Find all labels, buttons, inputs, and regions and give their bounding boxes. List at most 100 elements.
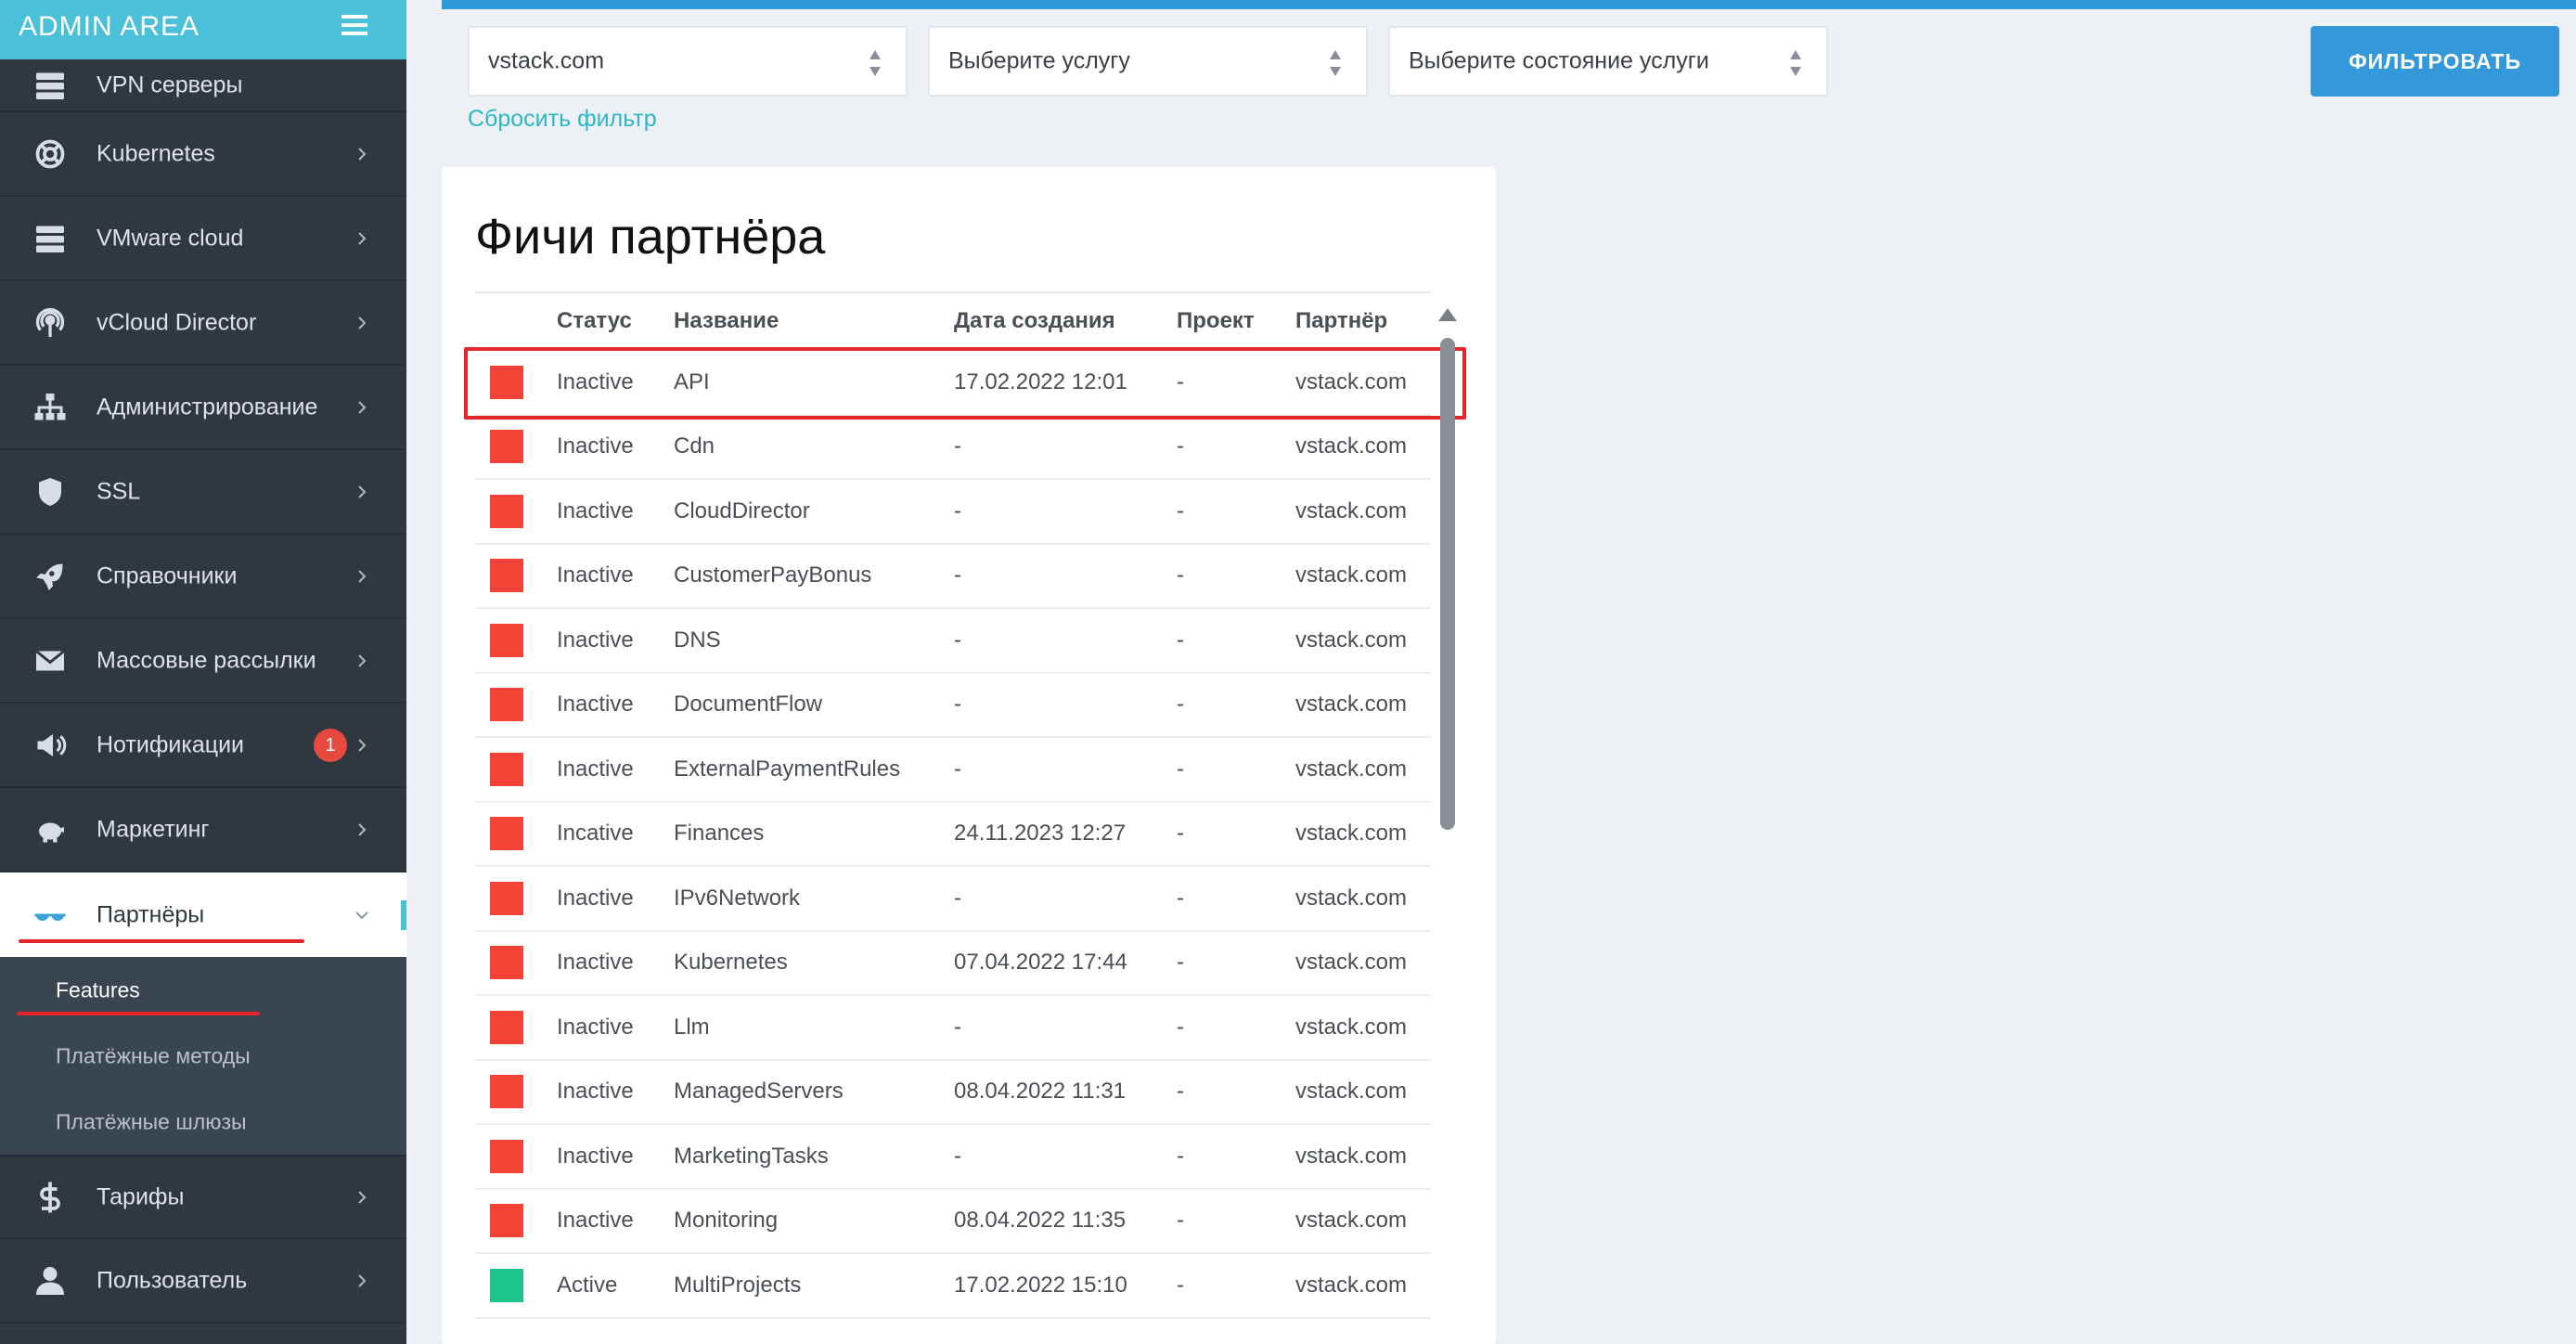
- column-header-partner[interactable]: Партнёр: [1295, 308, 1387, 334]
- table-row[interactable]: Inactive ManagedServers 08.04.2022 11:31 - v…: [475, 1061, 1431, 1125]
- scroll-up-arrow-icon[interactable]: [1438, 308, 1457, 321]
- cell-status: Inactive: [557, 562, 634, 588]
- sidebar-item-label: Пользователь: [97, 1267, 248, 1293]
- cell-status: Active: [557, 1272, 618, 1298]
- table-row[interactable]: Inactive ExternalPaymentRules - - vstack.com: [475, 738, 1431, 803]
- cell-project: -: [1177, 691, 1184, 717]
- table-row[interactable]: Inactive MarketingTasks - - vstack.com: [475, 1125, 1431, 1190]
- cell-project: -: [1177, 1079, 1184, 1105]
- cell-name: ExternalPaymentRules: [674, 756, 901, 782]
- sidebar-item-vpn[interactable]: VPN серверы: [0, 59, 406, 112]
- cell-project: -: [1177, 1208, 1184, 1234]
- sidebar-item-label: Нотификации: [97, 731, 244, 757]
- cell-status: Inactive: [557, 756, 634, 782]
- cell-partner: vstack.com: [1295, 821, 1408, 846]
- sidebar-item-marketing[interactable]: Маркетинг: [0, 788, 406, 872]
- cell-project: -: [1177, 885, 1184, 911]
- notification-badge: 1: [314, 728, 347, 762]
- sidebar-item-references[interactable]: Справочники: [0, 535, 406, 619]
- table-row[interactable]: Inactive Llm - - vstack.com: [475, 996, 1431, 1061]
- sidebar-item-label: Маркетинг: [97, 816, 210, 842]
- status-indicator: [490, 688, 523, 722]
- sidebar-item-user[interactable]: Пользователь: [0, 1239, 406, 1324]
- cell-date: 17.02.2022 12:01: [954, 368, 1127, 394]
- chevron-right-icon: [354, 485, 369, 499]
- cell-date: 17.02.2022 15:10: [954, 1272, 1127, 1298]
- sidebar-item-admin[interactable]: Администрирование: [0, 366, 406, 450]
- status-indicator: [490, 817, 523, 851]
- column-header-date[interactable]: Дата создания: [954, 308, 1115, 334]
- sidebar-item-mailings[interactable]: Массовые рассылки: [0, 619, 406, 704]
- envelope-icon: [33, 644, 67, 678]
- table-body: Inactive API 17.02.2022 12:01- vstack.com In…: [475, 351, 1431, 1319]
- service-state-select[interactable]: Выберите состояние услуги: [1388, 26, 1828, 97]
- table-row[interactable]: Inactive CustomerPayBonus - - vstack.com: [475, 545, 1431, 609]
- sort-arrows-icon: [1789, 45, 1802, 82]
- cell-name: Kubernetes: [674, 950, 788, 976]
- chevron-right-icon: [354, 1273, 369, 1288]
- submenu-item-payment-gateways[interactable]: Платёжные шлюзы: [0, 1089, 406, 1155]
- table-row[interactable]: Inactive Cdn - - vstack.com: [475, 416, 1431, 480]
- column-header-status[interactable]: Статус: [557, 308, 632, 334]
- cell-date: -: [954, 627, 961, 653]
- cell-date: -: [954, 1143, 961, 1169]
- reset-filter-link[interactable]: Сбросить фильтр: [468, 106, 657, 133]
- cell-name: ManagedServers: [674, 1079, 844, 1105]
- table-row[interactable]: Incative Finances 24.11.2023 12:27 - vstack.…: [475, 803, 1431, 867]
- partner-select[interactable]: vstack.com: [468, 26, 908, 97]
- sidebar-item-vcloud[interactable]: vCloud Director: [0, 281, 406, 366]
- chevron-right-icon: [354, 400, 369, 415]
- cell-name: Llm: [674, 1014, 710, 1040]
- lifebuoy-icon: [33, 137, 67, 171]
- sort-arrows-icon: [869, 45, 882, 82]
- cell-date: -: [954, 562, 961, 588]
- cell-project: -: [1177, 627, 1184, 653]
- menu-toggle-icon[interactable]: [341, 15, 367, 35]
- cell-name: MarketingTasks: [674, 1143, 829, 1169]
- podcast-icon: [33, 306, 67, 340]
- filter-button[interactable]: ФИЛЬТРОВАТЬ: [2311, 26, 2559, 97]
- sidebar-item-tariffs[interactable]: Тарифы: [0, 1155, 406, 1239]
- table-row[interactable]: Inactive Monitoring 08.04.2022 11:35 - vstac…: [475, 1190, 1431, 1254]
- table-row[interactable]: Inactive Kubernetes 07.04.2022 17:44 - vstac…: [475, 932, 1431, 996]
- annotation-underline-features: [17, 1012, 260, 1015]
- sidebar-item-kubernetes[interactable]: Kubernetes: [0, 112, 406, 197]
- sidebar-item-vmware[interactable]: VMware cloud: [0, 197, 406, 281]
- cell-date: -: [954, 498, 961, 523]
- cell-name: Cdn: [674, 433, 715, 459]
- sidebar-item-partners[interactable]: Партнёры: [0, 872, 406, 957]
- cell-name: MultiProjects: [674, 1272, 802, 1298]
- column-header-project[interactable]: Проект: [1177, 308, 1255, 334]
- cell-date: -: [954, 1014, 961, 1040]
- cell-date: 24.11.2023 12:27: [954, 821, 1127, 846]
- sidebar-item-notifications[interactable]: Нотификации 1: [0, 704, 406, 788]
- chevron-right-icon: [354, 147, 369, 162]
- sidebar-item-label: vCloud Director: [97, 309, 257, 335]
- dollar-icon: [33, 1181, 67, 1214]
- cell-project: -: [1177, 1143, 1184, 1169]
- sidebar: ADMIN AREA VPN серверы Kubernetes VMware…: [0, 0, 406, 1344]
- service-select[interactable]: Выберите услугу: [928, 26, 1368, 97]
- table-row[interactable]: Inactive DNS - - vstack.com: [475, 609, 1431, 674]
- cell-name: CloudDirector: [674, 498, 810, 523]
- chevron-right-icon: [354, 1190, 369, 1205]
- sidebar-item-ssl[interactable]: SSL: [0, 450, 406, 535]
- table-scrollbar[interactable]: [1435, 297, 1461, 1344]
- partners-submenu: Features Платёжные методы Платёжные шлюз…: [0, 957, 406, 1155]
- cell-name: Monitoring: [674, 1208, 779, 1234]
- cell-project: -: [1177, 1272, 1184, 1298]
- cell-status: Inactive: [557, 691, 634, 717]
- scrollbar-thumb[interactable]: [1440, 338, 1455, 830]
- cell-date: -: [954, 885, 961, 911]
- table-row[interactable]: Active MultiProjects 17.02.2022 15:10 - vsta…: [475, 1254, 1431, 1319]
- submenu-item-payment-methods[interactable]: Платёжные методы: [0, 1023, 406, 1089]
- table-row[interactable]: Inactive API 17.02.2022 12:01 - vstack.com: [475, 351, 1431, 416]
- table-row[interactable]: Inactive IPv6Network - - vstack.com: [475, 867, 1431, 932]
- table-row[interactable]: Inactive DocumentFlow - - vstack.com: [475, 674, 1431, 738]
- status-indicator: [490, 430, 523, 464]
- cell-partner: vstack.com: [1295, 885, 1408, 911]
- status-indicator: [490, 623, 523, 657]
- table-row[interactable]: Inactive CloudDirector - - vstack.com: [475, 480, 1431, 545]
- brand-bar: ADMIN AREA: [0, 0, 406, 59]
- column-header-name[interactable]: Название: [674, 308, 779, 334]
